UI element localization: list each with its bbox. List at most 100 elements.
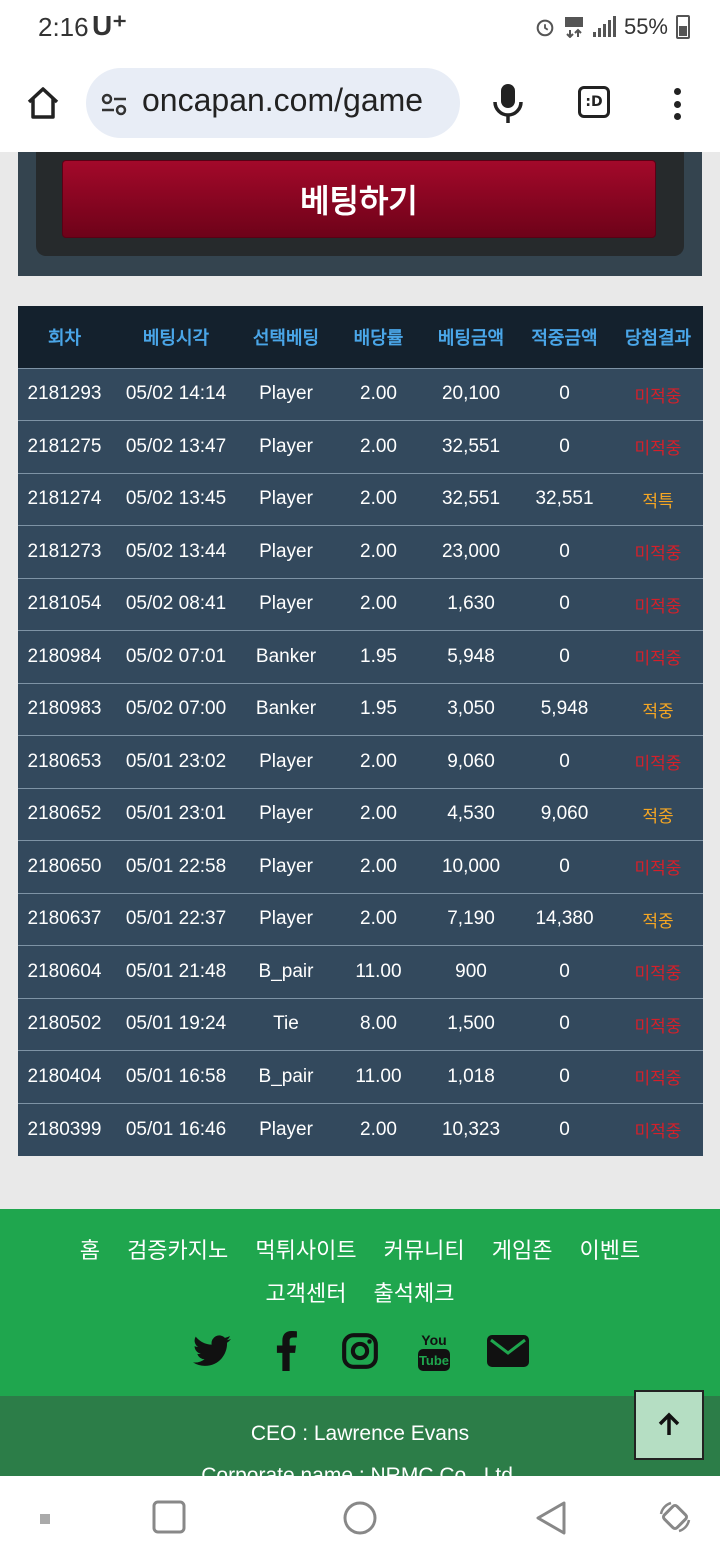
cell-round: 2180604 xyxy=(27,960,102,982)
facebook-icon[interactable] xyxy=(264,1329,308,1373)
cell-odds: 8.00 xyxy=(360,1013,397,1035)
cell-odds: 1.95 xyxy=(360,645,397,667)
cell-result: 미적중 xyxy=(634,1016,682,1037)
cell-win-amount: 9,060 xyxy=(540,803,589,825)
cell-bet-time: 05/02 07:00 xyxy=(125,698,227,720)
cell-bet-amount: 9,060 xyxy=(447,750,495,772)
cell-result: 미적중 xyxy=(634,1069,682,1090)
recents-button[interactable] xyxy=(152,1500,186,1538)
twitter-icon[interactable] xyxy=(190,1329,234,1373)
cell-bet-time: 05/02 13:44 xyxy=(125,540,227,562)
cell-result: 미적중 xyxy=(634,1122,682,1142)
cell-win-amount: 0 xyxy=(559,1065,570,1087)
cell-bet-time: 05/01 16:46 xyxy=(125,1118,227,1140)
cell-result: 적중 xyxy=(642,806,674,827)
footer-nav-link[interactable]: 이벤트 xyxy=(580,1239,641,1264)
svg-text:You: You xyxy=(421,1332,446,1348)
arrow-up-icon xyxy=(658,1412,680,1435)
footer-nav-link[interactable]: 커뮤니티 xyxy=(384,1239,465,1264)
cell-round: 2180637 xyxy=(27,908,102,930)
cell-choice: Tie xyxy=(273,1013,299,1035)
social-links: You Tube xyxy=(0,1329,720,1373)
table-row: 2180983 05/02 07:00 Banker 1.95 3,050 5,948 적중 xyxy=(18,683,703,736)
footer-nav: 홈 검증카지노 먹튀사이트 커뮤니티 게임존 이벤트 고객센터 출석체크 xyxy=(40,1231,680,1317)
status-bar: 2:16 U⁺ 55% xyxy=(0,0,720,56)
mail-icon[interactable] xyxy=(486,1329,530,1373)
youtube-icon[interactable]: You Tube xyxy=(412,1329,456,1373)
alarm-icon xyxy=(536,19,554,37)
url-text: oncapan.com/game xyxy=(142,82,424,118)
cell-win-amount: 5,948 xyxy=(540,698,589,720)
browser-menu-button[interactable] xyxy=(662,84,692,124)
cell-result: 미적중 xyxy=(634,964,682,985)
company-info: CEO : Lawrence Evans Corporate name : NR… xyxy=(0,1396,720,1476)
cell-round: 2180399 xyxy=(27,1118,102,1140)
scroll-to-top-button[interactable] xyxy=(634,1390,704,1460)
status-icons: 55% xyxy=(534,14,690,40)
cell-odds: 2.00 xyxy=(360,803,397,825)
battery-icon xyxy=(676,15,690,39)
cell-round: 2180650 xyxy=(27,855,102,877)
cell-win-amount: 0 xyxy=(559,750,570,772)
footer-nav-link[interactable]: 먹튀사이트 xyxy=(255,1239,356,1264)
table-row: 2180653 05/01 23:02 Player 2.00 9,060 0 미적중 xyxy=(18,735,703,788)
footer-nav-link[interactable]: 검증카지노 xyxy=(127,1239,228,1264)
cell-result: 미적중 xyxy=(634,439,682,460)
home-button[interactable] xyxy=(20,80,66,126)
cell-odds: 2.00 xyxy=(360,908,397,930)
cell-bet-amount: 1,500 xyxy=(447,1013,495,1035)
footer-nav-link[interactable]: 홈 xyxy=(80,1239,100,1264)
cell-choice: Player xyxy=(259,383,313,405)
cell-choice: Player xyxy=(259,750,313,772)
cell-odds: 2.00 xyxy=(360,488,397,510)
cell-choice: Player xyxy=(259,435,313,457)
status-time: 2:16 xyxy=(38,12,89,42)
header-bet-amount: 베팅금액 xyxy=(437,327,505,349)
cell-choice: Player xyxy=(259,488,313,510)
footer-nav-link[interactable]: 고객센터 xyxy=(265,1282,346,1307)
bet-history-table: 회차 베팅시각 선택베팅 배당률 베팅금액 적중금액 당첨결과 2181293 0… xyxy=(18,306,703,1156)
cell-bet-amount: 10,323 xyxy=(441,1118,501,1140)
cell-round: 2181054 xyxy=(27,593,102,615)
microphone-icon xyxy=(493,84,523,123)
address-bar[interactable]: oncapan.com/game xyxy=(86,68,460,138)
page-content: 베팅하기 회차 베팅시각 선택베팅 배당률 베팅금액 적중금액 당첨결과 218… xyxy=(0,152,720,1476)
tab-switcher-button[interactable]: :D xyxy=(578,86,610,118)
instagram-icon[interactable] xyxy=(338,1329,382,1373)
place-bet-button[interactable]: 베팅하기 xyxy=(62,160,656,238)
back-icon xyxy=(536,1501,566,1535)
cell-round: 2180983 xyxy=(27,698,102,720)
cell-bet-time: 05/01 22:37 xyxy=(125,908,227,930)
rotate-button[interactable] xyxy=(658,1500,692,1538)
cell-choice: Player xyxy=(259,855,313,877)
cell-bet-amount: 4,530 xyxy=(447,803,495,825)
cell-bet-amount: 1,630 xyxy=(447,593,495,615)
voice-search-button[interactable] xyxy=(490,82,526,126)
cell-bet-time: 05/02 13:45 xyxy=(125,488,227,510)
carrier-label: U⁺ xyxy=(92,10,127,41)
cell-choice: Player xyxy=(259,540,313,562)
cell-win-amount: 0 xyxy=(559,855,570,877)
footer-nav-link[interactable]: 출석체크 xyxy=(374,1282,455,1307)
cell-bet-amount: 7,190 xyxy=(447,908,495,930)
cell-bet-time: 05/02 14:14 xyxy=(125,383,227,405)
cell-bet-time: 05/02 08:41 xyxy=(125,593,227,615)
back-button[interactable] xyxy=(534,1500,568,1540)
cell-win-amount: 32,551 xyxy=(535,488,594,510)
cell-odds: 2.00 xyxy=(360,1118,397,1140)
site-settings-icon[interactable] xyxy=(100,90,128,118)
home-nav-button[interactable] xyxy=(342,1500,378,1540)
cell-choice: Player xyxy=(259,1118,313,1140)
cell-round: 2181275 xyxy=(27,435,102,457)
cell-bet-time: 05/02 13:47 xyxy=(125,435,227,457)
header-bet-time: 베팅시각 xyxy=(142,327,210,349)
cell-bet-time: 05/01 23:01 xyxy=(125,803,227,825)
table-row: 2181274 05/02 13:45 Player 2.00 32,551 32,551… xyxy=(18,473,703,526)
rotate-icon xyxy=(659,1501,691,1533)
table-row: 2181275 05/02 13:47 Player 2.00 32,551 0 미적중 xyxy=(18,420,703,473)
cell-win-amount: 14,380 xyxy=(535,908,594,930)
footer-nav-link[interactable]: 게임존 xyxy=(492,1239,553,1264)
table-row: 2180404 05/01 16:58 B_pair 11.00 1,018 0 미적중 xyxy=(18,1050,703,1103)
cell-win-amount: 0 xyxy=(559,960,570,982)
cell-choice: Player xyxy=(259,803,313,825)
